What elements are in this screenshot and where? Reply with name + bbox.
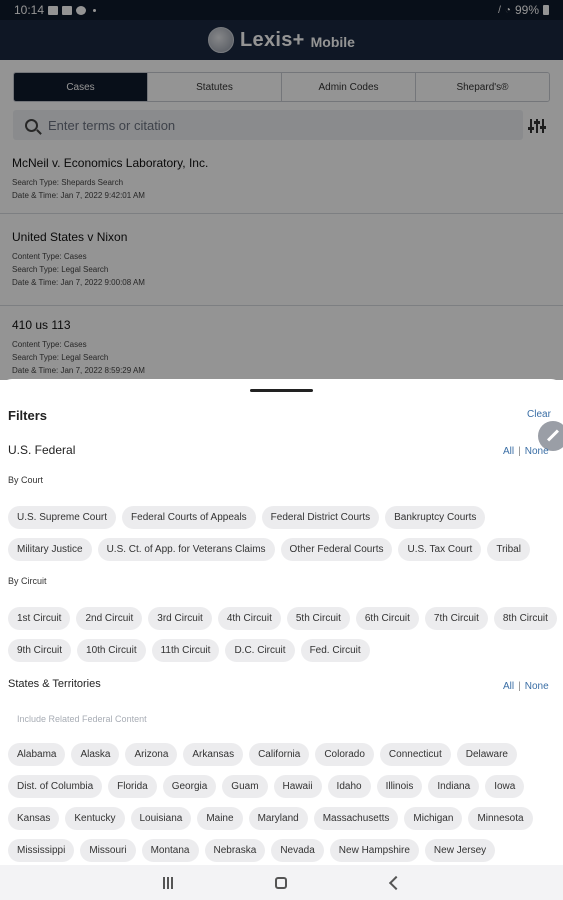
- include-related-federal-toggle[interactable]: Include Related Federal Content: [17, 714, 147, 724]
- state-filter-chip[interactable]: Georgia: [162, 775, 217, 798]
- circuit-chip-group: 1st Circuit 2nd Circuit 3rd Circuit 4th Cir…: [8, 607, 558, 662]
- state-filter-chip[interactable]: Nebraska: [204, 839, 266, 862]
- state-filter-chip[interactable]: Maine: [197, 807, 243, 830]
- filters-bottom-sheet: Filters Clear U.S. Federal All | None By…: [0, 379, 563, 865]
- court-filter-chip[interactable]: Federal Courts of Appeals: [122, 506, 256, 529]
- court-filter-chip[interactable]: Other Federal Courts: [280, 538, 393, 561]
- state-filter-chip[interactable]: Louisiana: [130, 807, 192, 830]
- court-filter-chip[interactable]: Federal District Courts: [261, 506, 380, 529]
- federal-all-none: All | None: [503, 446, 549, 457]
- state-filter-chip[interactable]: Michigan: [404, 807, 463, 830]
- circuit-filter-chip[interactable]: 7th Circuit: [424, 607, 488, 630]
- by-court-label: By Court: [8, 475, 44, 485]
- court-filter-chip[interactable]: U.S. Tax Court: [398, 538, 482, 561]
- state-filter-chip[interactable]: Illinois: [376, 775, 423, 798]
- states-select-all-link[interactable]: All: [503, 681, 514, 692]
- modal-scrim[interactable]: [0, 0, 563, 380]
- recents-icon[interactable]: [162, 876, 175, 889]
- states-section-title: States & Territories: [8, 678, 101, 690]
- state-filter-chip[interactable]: Minnesota: [468, 807, 533, 830]
- federal-select-all-link[interactable]: All: [503, 446, 514, 457]
- circuit-filter-chip[interactable]: 9th Circuit: [8, 639, 72, 662]
- state-filter-chip[interactable]: Idaho: [327, 775, 371, 798]
- circuit-filter-chip[interactable]: 3rd Circuit: [148, 607, 212, 630]
- divider: |: [518, 446, 521, 457]
- state-filter-chip[interactable]: Dist. of Columbia: [8, 775, 103, 798]
- state-filter-chip[interactable]: Kentucky: [65, 807, 125, 830]
- federal-select-none-link[interactable]: None: [525, 446, 549, 457]
- court-chip-group: U.S. Supreme Court Federal Courts of Appe…: [8, 506, 558, 561]
- state-filter-chip[interactable]: Florida: [108, 775, 157, 798]
- state-filter-chip[interactable]: Massachusetts: [313, 807, 399, 830]
- circuit-filter-chip[interactable]: 2nd Circuit: [76, 607, 143, 630]
- state-filter-chip[interactable]: Hawaii: [273, 775, 322, 798]
- divider: |: [518, 681, 521, 692]
- system-navigation-bar: [0, 865, 563, 900]
- circuit-filter-chip[interactable]: 6th Circuit: [355, 607, 419, 630]
- state-filter-chip[interactable]: Indiana: [428, 775, 480, 798]
- state-filter-chip[interactable]: Nevada: [271, 839, 324, 862]
- state-filter-chip[interactable]: Maryland: [248, 807, 308, 830]
- by-circuit-label: By Circuit: [8, 576, 47, 586]
- state-filter-chip[interactable]: Guam: [222, 775, 268, 798]
- circuit-filter-chip[interactable]: Fed. Circuit: [300, 639, 370, 662]
- state-filter-chip[interactable]: Montana: [141, 839, 199, 862]
- circuit-filter-chip[interactable]: 1st Circuit: [8, 607, 71, 630]
- state-filter-chip[interactable]: Mississippi: [8, 839, 75, 862]
- home-icon[interactable]: [274, 876, 287, 889]
- circuit-filter-chip[interactable]: D.C. Circuit: [225, 639, 295, 662]
- circuit-filter-chip[interactable]: 11th Circuit: [151, 639, 220, 662]
- sheet-drag-handle[interactable]: [250, 389, 313, 392]
- circuit-filter-chip[interactable]: 4th Circuit: [217, 607, 281, 630]
- clear-filters-link[interactable]: Clear: [527, 409, 551, 420]
- state-filter-chip[interactable]: New Hampshire: [329, 839, 419, 862]
- state-filter-chip[interactable]: Arizona: [125, 743, 178, 766]
- state-filter-chip[interactable]: New Jersey: [424, 839, 496, 862]
- court-filter-chip[interactable]: U.S. Ct. of App. for Veterans Claims: [97, 538, 275, 561]
- states-all-none: All | None: [503, 681, 549, 692]
- federal-section-title: U.S. Federal: [8, 443, 76, 457]
- state-filter-chip[interactable]: Colorado: [315, 743, 374, 766]
- state-filter-chip[interactable]: Delaware: [456, 743, 517, 766]
- court-filter-chip[interactable]: Bankruptcy Courts: [385, 506, 486, 529]
- state-filter-chip[interactable]: Alaska: [71, 743, 120, 766]
- state-filter-chip[interactable]: California: [249, 743, 310, 766]
- court-filter-chip[interactable]: Military Justice: [8, 538, 92, 561]
- states-select-none-link[interactable]: None: [525, 681, 549, 692]
- circuit-filter-chip[interactable]: 8th Circuit: [493, 607, 557, 630]
- state-filter-chip[interactable]: Arkansas: [183, 743, 244, 766]
- back-icon[interactable]: [388, 875, 403, 890]
- court-filter-chip[interactable]: Tribal: [487, 538, 530, 561]
- state-filter-chip[interactable]: Alabama: [8, 743, 66, 766]
- circuit-filter-chip[interactable]: 5th Circuit: [286, 607, 350, 630]
- state-filter-chip[interactable]: Iowa: [485, 775, 525, 798]
- filters-title: Filters: [8, 408, 48, 423]
- state-filter-chip[interactable]: Missouri: [80, 839, 136, 862]
- state-filter-chip[interactable]: Kansas: [8, 807, 60, 830]
- state-chip-group: Alabama Alaska Arizona Arkansas California Co…: [8, 743, 558, 862]
- state-filter-chip[interactable]: Connecticut: [379, 743, 451, 766]
- circuit-filter-chip[interactable]: 10th Circuit: [77, 639, 146, 662]
- court-filter-chip[interactable]: U.S. Supreme Court: [8, 506, 117, 529]
